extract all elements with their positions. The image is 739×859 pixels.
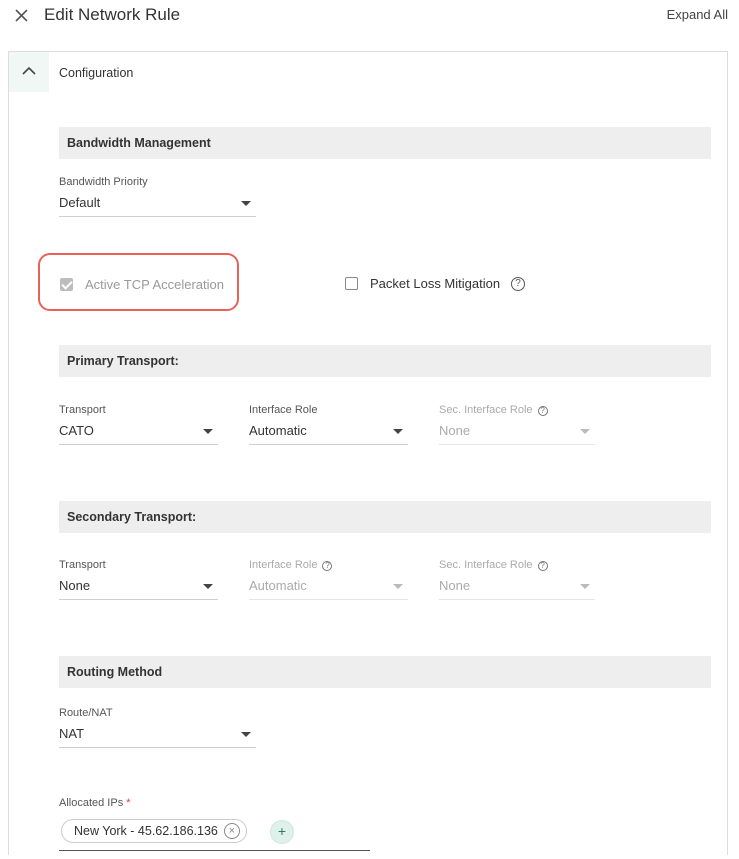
primary-transport-section-header: Primary Transport: bbox=[59, 345, 711, 377]
page-title: Edit Network Rule bbox=[44, 5, 181, 24]
secondary-interface-role-select: Automatic bbox=[249, 574, 408, 600]
dialog-header: Edit Network Rule Expand All bbox=[0, 0, 739, 34]
allocated-ips-label: Allocated IPs * bbox=[59, 797, 130, 809]
secondary-interface-role-label: Interface Role? bbox=[249, 559, 333, 571]
close-button[interactable] bbox=[12, 5, 32, 25]
label-text: Allocated IPs bbox=[59, 797, 124, 809]
caret-down-icon bbox=[580, 584, 590, 589]
secondary-sec-interface-role-select: None bbox=[439, 574, 595, 600]
section-title: Bandwidth Management bbox=[67, 136, 211, 150]
primary-interface-role-label: Interface Role bbox=[249, 404, 318, 416]
select-value: None bbox=[439, 578, 471, 593]
secondary-sec-interface-role-label: Sec. Interface Role? bbox=[439, 559, 548, 571]
tcp-acceleration-label: Active TCP Acceleration bbox=[85, 277, 224, 292]
primary-interface-role-select[interactable]: Automatic bbox=[249, 419, 408, 445]
help-icon[interactable]: ? bbox=[322, 561, 333, 571]
caret-down-icon bbox=[203, 429, 213, 434]
select-value: CATO bbox=[59, 423, 94, 438]
caret-down-icon bbox=[241, 201, 251, 206]
select-value: Automatic bbox=[249, 578, 307, 593]
select-value: None bbox=[439, 423, 471, 438]
section-title: Secondary Transport: bbox=[67, 510, 197, 524]
secondary-transport-label: Transport bbox=[59, 559, 106, 571]
required-marker: * bbox=[126, 797, 131, 809]
caret-down-icon bbox=[241, 732, 251, 737]
routing-method-section-header: Routing Method bbox=[59, 656, 711, 688]
bandwidth-priority-select[interactable]: Default bbox=[59, 191, 256, 217]
caret-down-icon bbox=[393, 584, 403, 589]
chip-remove-icon[interactable]: × bbox=[223, 823, 240, 839]
chip-label: New York - 45.62.186.136 bbox=[74, 824, 218, 838]
packet-loss-mitigation-checkbox[interactable]: Packet Loss Mitigation ? bbox=[345, 276, 526, 291]
expand-all-button[interactable]: Expand All bbox=[667, 7, 728, 22]
secondary-transport-select[interactable]: None bbox=[59, 574, 218, 600]
add-ip-button[interactable]: + bbox=[270, 820, 294, 844]
select-value: NAT bbox=[59, 726, 85, 741]
configuration-panel: Configuration Bandwidth Management Bandw… bbox=[8, 51, 728, 855]
select-value: Default bbox=[59, 195, 101, 210]
route-nat-label: Route/NAT bbox=[59, 707, 113, 719]
panel-title: Configuration bbox=[59, 66, 134, 80]
label-text: Interface Role bbox=[249, 559, 318, 571]
tcp-acceleration-checkbox[interactable]: Active TCP Acceleration bbox=[60, 277, 224, 292]
caret-down-icon bbox=[580, 429, 590, 434]
collapse-toggle-button[interactable] bbox=[9, 52, 49, 92]
ip-chip: New York - 45.62.186.136 × bbox=[61, 819, 247, 843]
secondary-transport-section-header: Secondary Transport: bbox=[59, 501, 711, 533]
route-nat-select[interactable]: NAT bbox=[59, 722, 256, 748]
chevron-up-icon bbox=[22, 66, 36, 75]
help-icon[interactable]: ? bbox=[537, 561, 548, 571]
section-title: Routing Method bbox=[67, 665, 163, 679]
primary-transport-label: Transport bbox=[59, 404, 106, 416]
primary-sec-interface-role-label: Sec. Interface Role? bbox=[439, 404, 548, 416]
label-text: Sec. Interface Role bbox=[439, 404, 533, 416]
help-icon[interactable]: ? bbox=[537, 406, 548, 416]
section-title: Primary Transport: bbox=[67, 354, 179, 368]
select-value: None bbox=[59, 578, 91, 593]
label-text: Sec. Interface Role bbox=[439, 559, 533, 571]
checkbox-checked-icon bbox=[60, 278, 73, 291]
help-icon[interactable]: ? bbox=[511, 276, 526, 291]
packet-loss-mitigation-label: Packet Loss Mitigation bbox=[370, 276, 501, 291]
primary-sec-interface-role-select: None bbox=[439, 419, 595, 445]
checkbox-unchecked-icon bbox=[345, 277, 358, 290]
caret-down-icon bbox=[393, 429, 403, 434]
bandwidth-priority-label: Bandwidth Priority bbox=[59, 176, 148, 188]
primary-transport-select[interactable]: CATO bbox=[59, 419, 218, 445]
close-icon bbox=[15, 9, 28, 22]
caret-down-icon bbox=[203, 584, 213, 589]
allocated-ips-field[interactable]: New York - 45.62.186.136 × + bbox=[59, 815, 370, 851]
bandwidth-section-header: Bandwidth Management bbox=[59, 127, 711, 159]
select-value: Automatic bbox=[249, 423, 307, 438]
